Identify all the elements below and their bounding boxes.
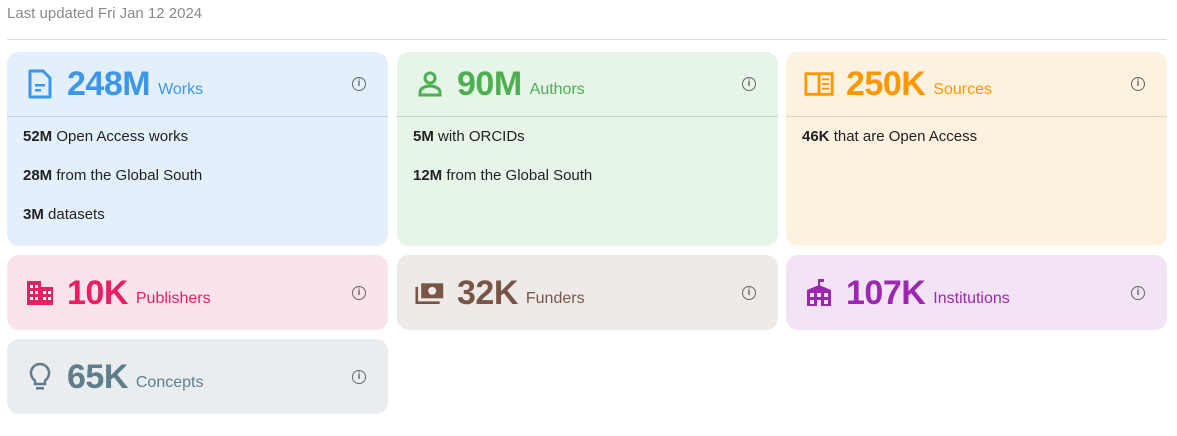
info-icon[interactable]: i [742,77,756,91]
detail-value: 46K [802,128,830,145]
divider [7,39,1167,40]
document-icon [25,69,55,99]
info-icon[interactable]: i [352,77,366,91]
card-header: 248M Works i [7,52,388,116]
entity-label[interactable]: Authors [530,81,585,99]
card-details: 46K that are Open Access [786,116,1167,166]
card-details: 52M Open Access works 28M from the Global… [7,116,388,244]
card-concepts[interactable]: 65K Concepts i [7,339,388,414]
detail-item: 5M with ORCIDs [413,127,762,166]
detail-value: 5M [413,128,434,145]
info-icon[interactable]: i [352,285,366,300]
entity-label[interactable]: Institutions [933,290,1009,308]
detail-text: from the Global South [442,167,593,184]
card-details: 5M with ORCIDs 12M from the Global South [397,116,778,205]
card-header: 65K Concepts i [7,339,388,414]
card-publishers[interactable]: 10K Publishers i [7,255,388,330]
card-header: 32K Funders i [397,255,778,330]
entity-count: 32K [457,273,518,312]
lightbulb-icon [25,362,55,392]
entity-count: 107K [846,273,926,312]
detail-text: with ORCIDs [433,128,525,145]
entity-label[interactable]: Sources [933,81,992,99]
info-icon[interactable]: i [1131,77,1145,91]
detail-value: 12M [413,167,443,184]
detail-item: 46K that are Open Access [802,127,1151,166]
person-icon [415,69,445,99]
card-works[interactable]: 248M Works i 52M Open Access works 28M fro… [7,52,388,246]
entity-count: 248M [67,65,151,103]
card-sources[interactable]: 250K Sources i 46K that are Open Access [786,52,1167,246]
card-header: 107K Institutions i [786,255,1167,330]
entity-label[interactable]: Works [158,81,203,99]
entity-label[interactable]: Funders [526,290,585,308]
entity-count: 65K [67,357,128,396]
detail-text: Open Access works [52,128,189,145]
book-open-icon [804,69,834,99]
card-header: 90M Authors i [397,52,778,116]
info-icon[interactable]: i [742,285,756,300]
last-updated: Last updated Fri Jan 12 2024 [7,5,203,22]
money-icon [415,278,445,308]
detail-item: 12M from the Global South [413,166,762,205]
detail-value: 3M [23,206,44,223]
detail-item: 52M Open Access works [23,127,372,166]
card-authors[interactable]: 90M Authors i 5M with ORCIDs 12M from the … [397,52,778,246]
detail-value: 28M [23,167,53,184]
entity-label[interactable]: Concepts [136,374,204,392]
detail-value: 52M [23,128,53,145]
detail-text: datasets [43,206,105,223]
entity-count: 250K [846,65,926,103]
card-institutions[interactable]: 107K Institutions i [786,255,1167,330]
entity-count: 10K [67,273,128,312]
detail-item: 28M from the Global South [23,166,372,205]
entity-count: 90M [457,65,522,103]
info-icon[interactable]: i [352,369,366,384]
detail-text: from the Global South [52,167,203,184]
card-header: 10K Publishers i [7,255,388,330]
entity-label[interactable]: Publishers [136,290,211,308]
info-icon[interactable]: i [1131,285,1145,300]
card-funders[interactable]: 32K Funders i [397,255,778,330]
building-icon [25,278,55,308]
card-header: 250K Sources i [786,52,1167,116]
school-icon [804,278,834,308]
detail-item: 3M datasets [23,205,372,244]
detail-text: that are Open Access [829,128,978,145]
